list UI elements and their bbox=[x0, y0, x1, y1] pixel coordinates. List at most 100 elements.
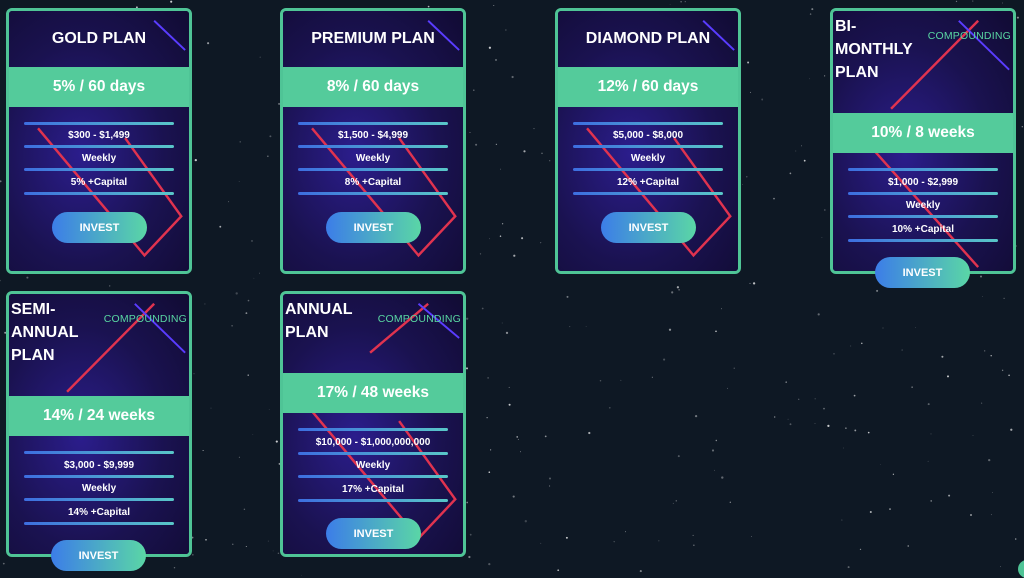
divider bbox=[24, 522, 174, 525]
star bbox=[684, 1, 686, 3]
star bbox=[173, 567, 176, 569]
plan-return: 17% +Capital bbox=[342, 484, 404, 495]
star bbox=[714, 469, 715, 471]
star bbox=[752, 282, 756, 285]
star bbox=[823, 75, 826, 77]
star bbox=[243, 508, 246, 511]
star bbox=[625, 531, 626, 533]
star bbox=[930, 433, 932, 435]
star bbox=[823, 407, 825, 410]
compounding-badge: COMPOUNDING bbox=[377, 313, 461, 325]
star bbox=[505, 29, 507, 31]
star bbox=[109, 285, 111, 287]
plan-amount-range: $3,000 - $9,999 bbox=[63, 460, 135, 471]
star bbox=[729, 501, 731, 503]
divider bbox=[298, 168, 448, 171]
star bbox=[272, 550, 274, 552]
star bbox=[824, 209, 826, 211]
star bbox=[235, 292, 238, 295]
invest-button[interactable]: INVEST bbox=[326, 518, 421, 549]
plan-return: 12% +Capital bbox=[617, 177, 679, 188]
star bbox=[999, 566, 1002, 568]
star bbox=[516, 436, 519, 438]
divider bbox=[848, 192, 998, 195]
star bbox=[882, 327, 884, 329]
star bbox=[193, 373, 195, 375]
star bbox=[955, 0, 958, 3]
star bbox=[508, 386, 510, 388]
plan-rate: 10% / 8 weeks bbox=[833, 113, 1013, 153]
star bbox=[990, 514, 992, 516]
star bbox=[984, 350, 986, 352]
star bbox=[469, 132, 471, 133]
star bbox=[219, 225, 222, 228]
plan-title: BI- MONTHLY PLAN bbox=[835, 18, 913, 81]
star bbox=[678, 288, 680, 291]
star bbox=[517, 438, 519, 440]
star bbox=[715, 330, 717, 333]
star bbox=[557, 569, 560, 572]
star bbox=[798, 398, 800, 400]
invest-button[interactable]: INVEST bbox=[52, 212, 147, 243]
star bbox=[192, 554, 194, 556]
invest-button[interactable]: INVEST bbox=[875, 257, 970, 288]
star bbox=[505, 331, 509, 335]
star bbox=[245, 312, 248, 315]
star bbox=[269, 135, 272, 138]
star bbox=[475, 143, 478, 146]
star bbox=[495, 143, 498, 146]
star bbox=[1001, 369, 1004, 372]
star bbox=[202, 449, 204, 452]
star bbox=[901, 349, 903, 351]
star bbox=[715, 439, 718, 442]
star bbox=[569, 326, 571, 328]
plan-card-gold: GOLD PLAN 5% / 60 days $300 - $1,499 Wee… bbox=[6, 8, 192, 274]
star bbox=[238, 181, 240, 183]
divider bbox=[848, 215, 998, 218]
star bbox=[947, 375, 949, 378]
star bbox=[232, 543, 234, 545]
invest-button[interactable]: INVEST bbox=[326, 212, 421, 243]
star bbox=[585, 326, 587, 327]
star bbox=[680, 1, 682, 3]
divider bbox=[24, 475, 174, 478]
star bbox=[827, 424, 830, 428]
star bbox=[821, 237, 823, 238]
star bbox=[907, 545, 909, 547]
star bbox=[521, 237, 524, 240]
star bbox=[267, 155, 269, 157]
star bbox=[519, 451, 521, 453]
star bbox=[809, 13, 812, 15]
star bbox=[892, 473, 895, 475]
plan-title: DIAMOND PLAN bbox=[585, 30, 711, 47]
star bbox=[540, 542, 542, 544]
divider bbox=[24, 451, 174, 454]
star bbox=[204, 303, 206, 305]
star bbox=[523, 150, 526, 153]
divider bbox=[573, 122, 723, 125]
star bbox=[549, 485, 551, 487]
plan-rate: 14% / 24 weeks bbox=[9, 396, 189, 436]
star bbox=[668, 328, 672, 331]
plan-amount-range: $10,000 - $1,000,000,000 bbox=[315, 437, 431, 448]
star bbox=[988, 458, 991, 462]
divider bbox=[573, 192, 723, 195]
star bbox=[658, 540, 660, 542]
star bbox=[466, 317, 469, 320]
star bbox=[751, 536, 752, 538]
star bbox=[746, 176, 748, 178]
divider bbox=[298, 192, 448, 195]
invest-button[interactable]: INVEST bbox=[51, 540, 146, 571]
star bbox=[210, 407, 212, 409]
star bbox=[814, 423, 816, 425]
star bbox=[801, 145, 802, 147]
star bbox=[533, 128, 535, 130]
star bbox=[741, 183, 743, 185]
star bbox=[982, 295, 983, 297]
invest-button[interactable]: INVEST bbox=[601, 212, 696, 243]
star bbox=[466, 501, 469, 504]
divider bbox=[573, 168, 723, 171]
star bbox=[651, 376, 653, 378]
star bbox=[2, 562, 5, 565]
star bbox=[251, 240, 253, 242]
